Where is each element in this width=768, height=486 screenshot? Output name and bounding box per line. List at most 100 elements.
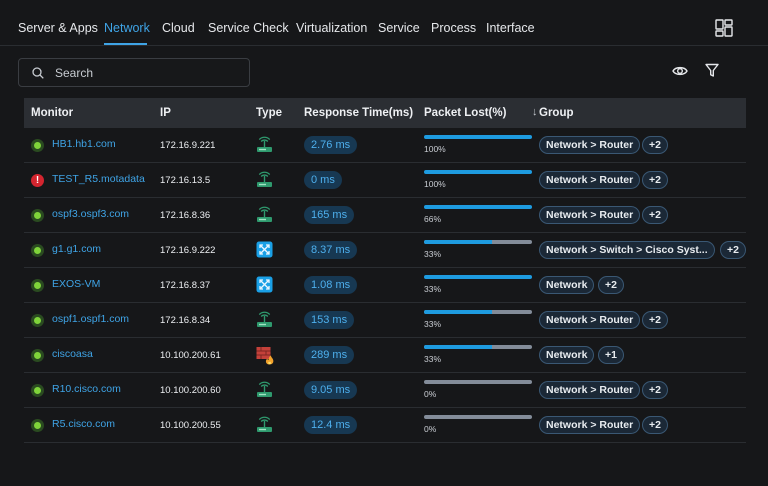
packet-lost-value: 33%: [424, 284, 442, 294]
packet-lost-bar: [424, 135, 532, 139]
tab-interface[interactable]: Interface: [486, 21, 535, 35]
group-tag[interactable]: Network > Router: [539, 311, 641, 329]
active-tab-indicator: [104, 43, 147, 45]
search-input[interactable]: [55, 64, 235, 82]
status-ok-icon: [31, 419, 44, 432]
router-icon: [256, 311, 273, 328]
response-time-badge: 1.08 ms: [304, 276, 358, 294]
monitor-name-link[interactable]: g1.g1.com: [52, 243, 101, 255]
column-header-type[interactable]: Type: [256, 107, 282, 119]
table-row[interactable]: TEST_R5.motadata 172.16.13.5 0 ms 100% N…: [24, 163, 746, 198]
tab-cloud[interactable]: Cloud: [162, 21, 195, 35]
status-ok-icon: [31, 384, 44, 397]
monitor-name-link[interactable]: ospf1.ospf1.com: [52, 313, 129, 325]
more-groups-badge[interactable]: +2: [598, 276, 624, 294]
group-tag[interactable]: Network > Router: [539, 136, 641, 154]
monitor-ip: 172.16.8.37: [160, 280, 211, 291]
status-ok-icon: [31, 279, 44, 292]
search-icon: [32, 67, 44, 79]
column-header-packet-lost[interactable]: Packet Lost(%): [424, 107, 506, 119]
firewall-icon: [256, 346, 274, 365]
more-groups-badge[interactable]: +2: [642, 311, 668, 329]
monitor-name-link[interactable]: HB1.hb1.com: [52, 138, 116, 150]
router-icon: [256, 416, 273, 433]
router-icon: [256, 171, 273, 188]
group-tag[interactable]: Network > Router: [539, 416, 641, 434]
table-row[interactable]: ciscoasa 10.100.200.61 289 ms 33% Networ…: [24, 338, 746, 373]
column-header-monitor[interactable]: Monitor: [31, 107, 73, 119]
group-tag[interactable]: Network > Router: [539, 171, 641, 189]
packet-lost-value: 66%: [424, 214, 442, 224]
tab-process[interactable]: Process: [431, 21, 476, 35]
tab-service-check[interactable]: Service Check: [208, 21, 289, 35]
table-row[interactable]: R10.cisco.com 10.100.200.60 9.05 ms 0% N…: [24, 373, 746, 408]
packet-lost-bar-fill: [424, 170, 532, 174]
packet-lost-bar: [424, 170, 532, 174]
table-header: Monitor IP Type Response Time(ms) Packet…: [24, 98, 746, 128]
packet-lost-bar-fill: [424, 345, 493, 349]
status-error-icon: [31, 174, 44, 187]
table-row[interactable]: R5.cisco.com 10.100.200.55 12.4 ms 0% Ne…: [24, 408, 746, 443]
group-tag[interactable]: Network > Router: [539, 206, 641, 224]
more-groups-badge[interactable]: +2: [642, 206, 668, 224]
tab-network[interactable]: Network: [104, 21, 150, 35]
packet-lost-bar: [424, 415, 532, 419]
response-time-badge: 165 ms: [304, 206, 355, 224]
packet-lost-value: 0%: [424, 389, 437, 399]
packet-lost-bar-fill: [424, 275, 532, 279]
status-ok-icon: [31, 209, 44, 222]
tab-service[interactable]: Service: [378, 21, 420, 35]
packet-lost-bar-fill: [424, 240, 493, 244]
filter-icon[interactable]: [705, 63, 719, 83]
column-header-ip[interactable]: IP: [160, 107, 171, 119]
router-icon: [256, 206, 273, 223]
packet-lost-bar: [424, 310, 532, 314]
router-icon: [256, 381, 273, 398]
monitor-name-link[interactable]: ciscoasa: [52, 348, 93, 360]
router-icon: [256, 136, 273, 153]
more-groups-badge[interactable]: +2: [720, 241, 746, 259]
layout-icon[interactable]: [714, 18, 734, 38]
switch-icon: [256, 276, 273, 293]
table-row[interactable]: HB1.hb1.com 172.16.9.221 2.76 ms 100% Ne…: [24, 128, 746, 163]
status-ok-icon: [31, 349, 44, 362]
group-tag[interactable]: Network: [539, 276, 595, 294]
monitor-ip: 10.100.200.61: [160, 350, 221, 361]
packet-lost-bar: [424, 275, 532, 279]
group-tag[interactable]: Network > Router: [539, 381, 641, 399]
group-tag[interactable]: Network > Switch > Cisco Syst...: [539, 241, 715, 259]
response-time-badge: 0 ms: [304, 171, 342, 189]
monitor-name-link[interactable]: TEST_R5.motadata: [52, 173, 145, 185]
table-row[interactable]: EXOS-VM 172.16.8.37 1.08 ms 33% Network …: [24, 268, 746, 303]
tab-server-apps[interactable]: Server & Apps: [18, 21, 98, 35]
packet-lost-value: 33%: [424, 319, 442, 329]
group-tag[interactable]: Network: [539, 346, 595, 364]
sort-arrow-down-icon[interactable]: ↓: [532, 106, 538, 118]
status-ok-icon: [31, 314, 44, 327]
response-time-badge: 153 ms: [304, 311, 355, 329]
response-time-badge: 12.4 ms: [304, 416, 358, 434]
table-row[interactable]: g1.g1.com 172.16.9.222 8.37 ms 33% Netwo…: [24, 233, 746, 268]
packet-lost-value: 100%: [424, 179, 446, 189]
table-row[interactable]: ospf1.ospf1.com 172.16.8.34 153 ms 33% N…: [24, 303, 746, 338]
tab-virtualization[interactable]: Virtualization: [296, 21, 367, 35]
monitor-name-link[interactable]: R10.cisco.com: [52, 383, 121, 395]
monitor-ip: 10.100.200.55: [160, 420, 221, 431]
eye-icon[interactable]: [672, 64, 688, 83]
table-row[interactable]: ospf3.ospf3.com 172.16.8.36 165 ms 66% N…: [24, 198, 746, 233]
monitor-name-link[interactable]: R5.cisco.com: [52, 418, 115, 430]
more-groups-badge[interactable]: +2: [642, 381, 668, 399]
more-groups-badge[interactable]: +2: [642, 171, 668, 189]
more-groups-badge[interactable]: +2: [642, 416, 668, 434]
column-header-response-time[interactable]: Response Time(ms): [304, 107, 413, 119]
more-groups-badge[interactable]: +1: [598, 346, 624, 364]
monitor-ip: 10.100.200.60: [160, 385, 221, 396]
status-ok-icon: [31, 244, 44, 257]
monitor-name-link[interactable]: EXOS-VM: [52, 278, 100, 290]
column-header-group[interactable]: Group: [539, 107, 574, 119]
packet-lost-value: 33%: [424, 249, 442, 259]
packet-lost-bar: [424, 240, 532, 244]
response-time-badge: 289 ms: [304, 346, 355, 364]
monitor-name-link[interactable]: ospf3.ospf3.com: [52, 208, 129, 220]
more-groups-badge[interactable]: +2: [642, 136, 668, 154]
